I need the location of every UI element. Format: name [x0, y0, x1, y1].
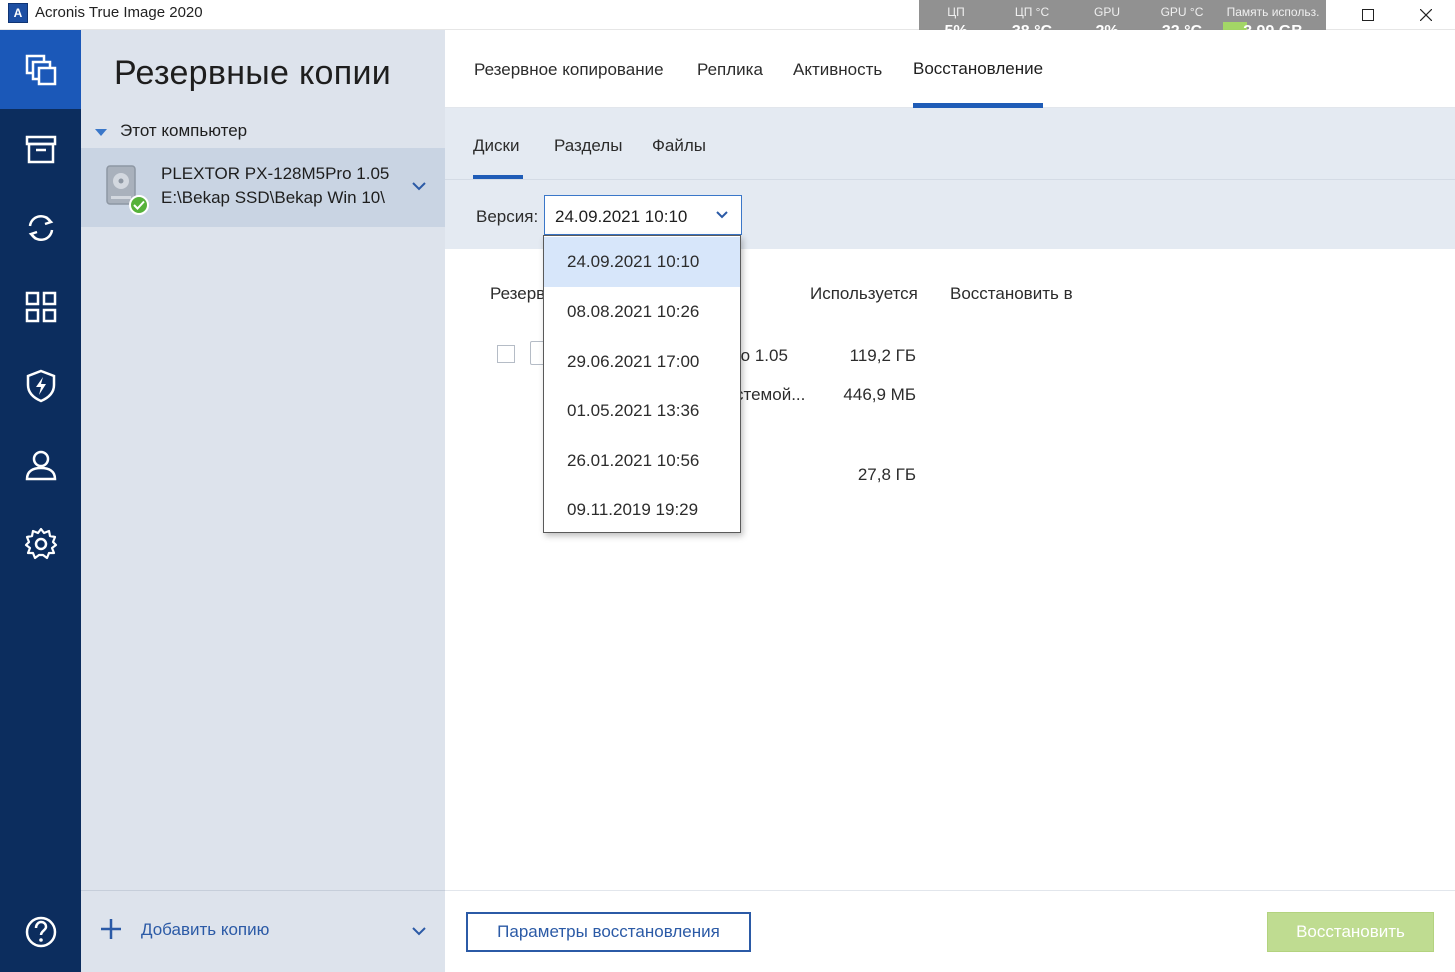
rail-backup[interactable] — [0, 30, 81, 109]
backups-sidebar: Резервные копии Этот компьютер PLEXTOR P… — [81, 30, 445, 972]
version-option[interactable]: 01.05.2021 13:36 — [544, 386, 740, 436]
gpu-temp-label: GPU °C — [1160, 5, 1204, 19]
add-backup-button[interactable]: Добавить копию — [141, 920, 269, 940]
backup-path: E:\Bekap SSD\Bekap Win 10\ — [161, 188, 385, 207]
column-header-used: Используется — [810, 284, 918, 303]
version-option[interactable]: 09.11.2019 19:29 — [544, 485, 740, 535]
restore-button[interactable]: Восстановить — [1267, 912, 1434, 952]
rail-sync[interactable] — [0, 188, 81, 267]
rail-protection[interactable] — [0, 346, 81, 425]
active-protection-shield-icon — [26, 369, 55, 402]
maximize-button[interactable] — [1345, 0, 1391, 30]
acronis-app-icon: A — [8, 3, 28, 23]
version-option[interactable]: 29.06.2021 17:00 — [544, 337, 740, 387]
backup-ok-check-icon — [129, 195, 149, 215]
tools-grid-icon — [25, 291, 56, 322]
version-option[interactable]: 08.08.2021 10:26 — [544, 287, 740, 337]
subbar-divider — [445, 179, 1455, 180]
main-tabs: Резервное копирование Реплика Активность… — [445, 30, 1455, 108]
cpu-label: ЦП — [947, 5, 965, 19]
rail-help[interactable] — [0, 892, 81, 971]
version-option[interactable]: 26.01.2021 10:56 — [544, 436, 740, 486]
group-label: Этот компьютер — [120, 121, 248, 140]
close-button[interactable] — [1403, 0, 1449, 30]
partition-row-size: 27,8 ГБ — [857, 465, 916, 484]
help-icon — [25, 916, 56, 947]
rail-account[interactable] — [0, 425, 81, 504]
chevron-down-icon — [716, 211, 728, 219]
archive-icon — [25, 135, 56, 163]
recovery-subbar: Диски Разделы Файлы Версия: 24.09.2021 1… — [445, 108, 1455, 249]
version-label: Версия: — [476, 207, 539, 226]
version-option[interactable]: 24.09.2021 10:10 — [544, 237, 740, 287]
partition-row-size: 446,9 МБ — [843, 385, 916, 404]
memory-label: Память использ. — [1226, 5, 1320, 19]
subtab-disks[interactable]: Диски — [473, 136, 519, 156]
main-panel: Резервное копирование Реплика Активность… — [445, 30, 1455, 972]
version-dropdown-list: 24.09.2021 10:10 08.08.2021 10:26 29.06.… — [543, 235, 741, 533]
this-computer-group[interactable]: Этот компьютер — [95, 120, 247, 142]
rail-archive[interactable] — [0, 109, 81, 188]
backup-options-chevron-down-icon[interactable] — [411, 180, 427, 192]
recovery-options-button[interactable]: Параметры восстановления — [466, 912, 751, 952]
subtab-partitions[interactable]: Разделы — [554, 136, 622, 156]
active-subtab-indicator — [473, 175, 523, 179]
sidebar-title: Резервные копии — [114, 54, 392, 92]
account-icon — [25, 450, 56, 480]
close-icon — [1420, 9, 1432, 21]
rail-settings[interactable] — [0, 504, 81, 583]
backup-name: PLEXTOR PX-128M5Pro 1.05 — [161, 164, 390, 183]
navigation-rail — [0, 30, 81, 972]
partition-row-name: стемой... — [735, 385, 806, 404]
tab-recovery[interactable]: Восстановление — [913, 59, 1043, 79]
add-plus-icon[interactable] — [99, 917, 123, 941]
sync-icon — [28, 214, 53, 241]
column-header-backup: Резерв — [490, 284, 546, 303]
settings-gear-icon — [24, 527, 57, 559]
add-backup-chevron-down-icon[interactable] — [411, 925, 427, 937]
tab-replica[interactable]: Реплика — [697, 60, 763, 80]
subtab-files[interactable]: Файлы — [652, 136, 706, 156]
maximize-icon — [1362, 9, 1374, 21]
footer-divider — [445, 890, 1455, 891]
disk-row-size: 119,2 ГБ — [849, 346, 916, 365]
tab-backup[interactable]: Резервное копирование — [474, 60, 664, 80]
cpu-temp-label: ЦП °C — [1014, 5, 1050, 19]
collapse-triangle-icon — [95, 128, 107, 136]
version-select[interactable]: 24.09.2021 10:10 — [544, 195, 742, 235]
disk-select-checkbox[interactable] — [497, 345, 515, 363]
backup-copies-icon — [25, 54, 56, 85]
tab-activity[interactable]: Активность — [793, 60, 882, 80]
add-backup-area: Добавить копию — [81, 890, 445, 972]
backup-list-item[interactable]: PLEXTOR PX-128M5Pro 1.05 E:\Bekap SSD\Be… — [81, 148, 445, 227]
window-title: Acronis True Image 2020 — [35, 4, 203, 21]
gpu-label: GPU — [1093, 5, 1120, 19]
disk-row-name: ro 1.05 — [735, 346, 788, 365]
column-header-restore-to: Восстановить в — [950, 284, 1073, 303]
version-selected-value: 24.09.2021 10:10 — [555, 207, 688, 226]
rail-tools[interactable] — [0, 267, 81, 346]
